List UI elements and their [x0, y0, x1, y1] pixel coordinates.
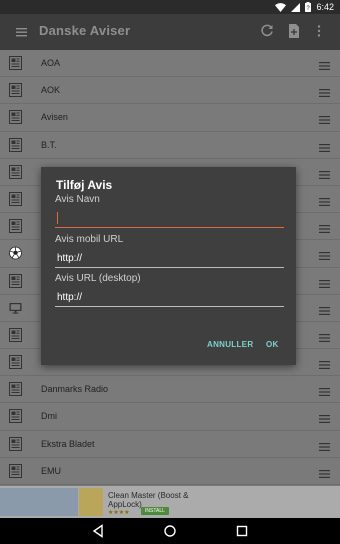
desktop-url-label: Avis URL (desktop) — [55, 273, 141, 284]
home-icon[interactable] — [163, 524, 177, 538]
add-newspaper-dialog: Tilføj Avis Avis Navn Avis mobil URL Avi… — [41, 167, 296, 365]
mobile-url-label: Avis mobil URL — [55, 234, 124, 245]
refresh-icon[interactable] — [259, 23, 275, 39]
name-field-label: Avis Navn — [55, 194, 100, 205]
newspaper-name-input[interactable] — [55, 210, 284, 228]
status-bar: ? 6:42 — [0, 0, 340, 14]
back-icon[interactable] — [91, 524, 105, 538]
ok-button[interactable]: OK — [266, 340, 279, 349]
ad-install-button[interactable]: INSTALL — [141, 507, 169, 515]
app-bar: Danske Aviser — [0, 14, 340, 50]
mobile-url-input[interactable] — [55, 250, 284, 268]
overflow-menu-icon[interactable] — [311, 23, 327, 39]
wifi-icon — [275, 2, 287, 12]
app-title: Danske Aviser — [39, 23, 131, 38]
system-navigation-bar — [0, 518, 340, 544]
cancel-button[interactable]: ANNULLER — [207, 340, 253, 349]
ad-banner[interactable]: Clean Master (Boost & AppLock) ★★★★ INST… — [0, 486, 340, 518]
recents-icon[interactable] — [235, 524, 249, 538]
ad-image — [0, 488, 78, 516]
dialog-title: Tilføj Avis — [56, 178, 113, 192]
text-caret — [57, 212, 58, 224]
hamburger-menu-icon[interactable] — [15, 25, 29, 39]
battery-icon: ? — [305, 2, 312, 12]
ad-rating: ★★★★ — [108, 510, 130, 516]
signal-icon — [291, 2, 301, 12]
ad-app-icon — [79, 488, 103, 516]
desktop-url-input[interactable] — [55, 289, 284, 307]
clock: 6:42 — [316, 2, 334, 12]
add-document-icon[interactable] — [286, 23, 302, 39]
